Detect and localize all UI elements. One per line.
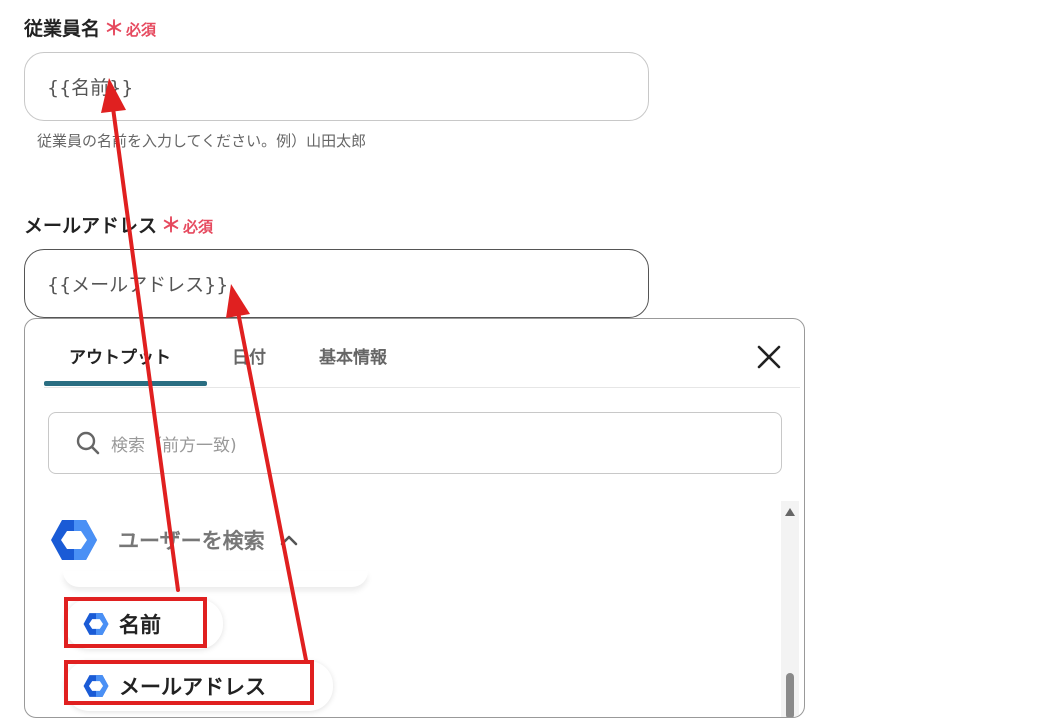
arrow-to-name-field (111, 106, 180, 592)
arrow-head-name-icon (101, 78, 126, 113)
annotation-arrows (101, 78, 308, 662)
arrow-head-email-icon (226, 284, 250, 318)
arrow-to-email-field (236, 310, 308, 662)
